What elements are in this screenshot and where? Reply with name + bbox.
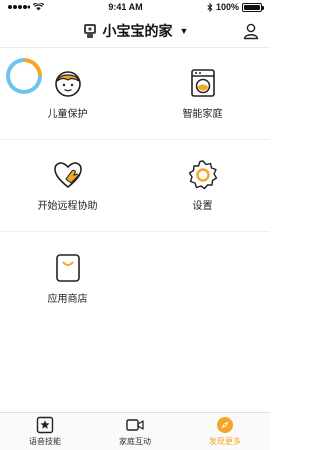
home-title: 小宝宝的家 <box>102 22 173 39</box>
child-face-icon <box>54 71 81 97</box>
signal-dots-icon <box>8 5 30 9</box>
status-bar: 9:41 AM 100% <box>0 0 270 14</box>
bluetooth-icon <box>207 2 213 12</box>
settings-label: 设置 <box>192 201 213 212</box>
assistant-ring-icon[interactable] <box>6 58 42 94</box>
tab-family-interaction[interactable]: 家庭互动 <box>90 413 180 450</box>
status-time: 9:41 AM <box>108 2 143 12</box>
video-camera-icon <box>126 419 144 431</box>
tab-voice-skills[interactable]: 语音技能 <box>0 413 90 450</box>
remote-assist-button[interactable]: 开始远程协助 <box>0 140 135 231</box>
tab-discover-more[interactable]: 发现更多 <box>180 413 270 450</box>
star-square-icon <box>36 416 54 434</box>
washing-machine-icon <box>190 69 215 97</box>
home-selector[interactable]: 小宝宝的家 ▼ <box>82 21 189 41</box>
smart-home-label: 智能家庭 <box>182 109 223 120</box>
heart-hand-icon <box>53 162 82 189</box>
grid-row: 应用商店 <box>0 232 270 324</box>
compass-icon <box>217 417 233 433</box>
app-header: 小宝宝的家 ▼ <box>0 14 270 48</box>
grid-row: 儿童保护 智能家庭 <box>0 48 270 140</box>
battery-percent: 100% <box>215 2 239 12</box>
child-protection-label: 儿童保护 <box>47 109 88 120</box>
empty-cell <box>135 232 270 324</box>
app-store-button[interactable]: 应用商店 <box>0 232 135 324</box>
tab-family-interaction-label: 家庭互动 <box>119 437 151 446</box>
remote-assist-label: 开始远程协助 <box>37 201 98 212</box>
chevron-down-icon: ▼ <box>179 25 189 36</box>
feature-grid: 儿童保护 智能家庭 开始远程协助 设置 应用商店 <box>0 48 270 324</box>
battery-icon <box>242 2 264 12</box>
app-store-label: 应用商店 <box>47 293 88 305</box>
bottom-tab-bar: 语音技能 家庭互动 发现更多 <box>0 412 270 450</box>
tab-voice-skills-label: 语音技能 <box>29 437 61 446</box>
wifi-icon <box>33 3 44 11</box>
shopping-bag-icon <box>55 253 80 282</box>
grid-row: 开始远程协助 设置 <box>0 140 270 232</box>
settings-button[interactable]: 设置 <box>135 140 270 231</box>
tab-discover-more-label: 发现更多 <box>209 437 241 446</box>
robot-device-icon <box>83 23 96 38</box>
gear-icon <box>188 160 217 190</box>
user-profile-icon[interactable] <box>242 22 260 40</box>
smart-home-button[interactable]: 智能家庭 <box>135 48 270 139</box>
